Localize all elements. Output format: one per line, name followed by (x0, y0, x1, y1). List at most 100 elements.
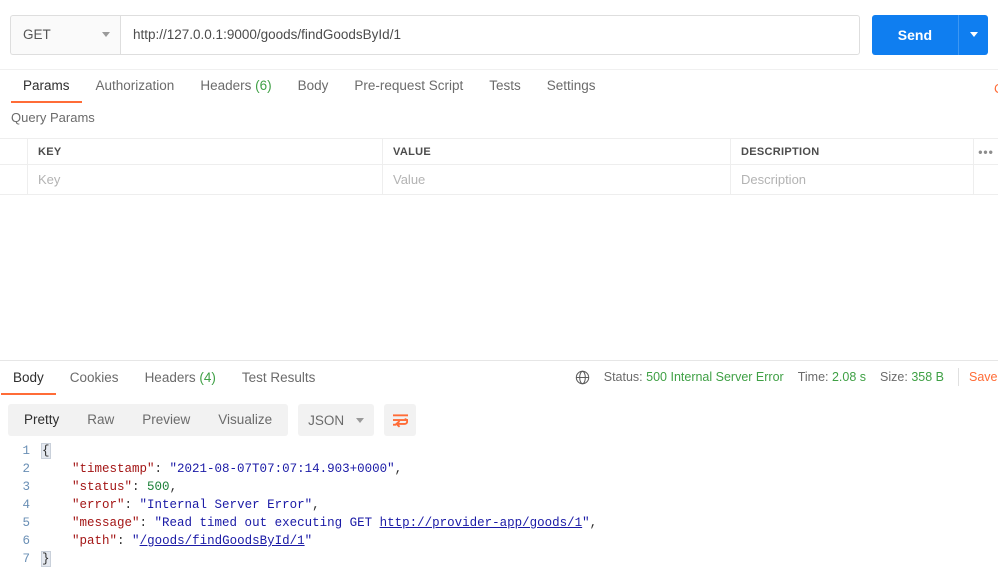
response-tab-body[interactable]: Body (0, 362, 57, 395)
tab-params-label: Params (23, 78, 70, 93)
row-checkbox[interactable] (0, 165, 28, 194)
response-tab-headers-count: (4) (199, 370, 216, 385)
cookies-link[interactable]: Cookies (994, 81, 998, 96)
param-value-input[interactable]: Value (383, 165, 731, 194)
body-format-label: JSON (308, 412, 345, 428)
code-line-text: "error": "Internal Server Error", (42, 496, 998, 514)
param-key-input[interactable]: Key (28, 165, 383, 194)
response-tab-body-label: Body (13, 370, 44, 385)
save-response-link[interactable]: Save (969, 370, 998, 384)
view-preview-button[interactable]: Preview (128, 406, 204, 434)
code-token: : (154, 462, 170, 476)
code-token: : (117, 534, 133, 548)
code-token: "error" (72, 498, 125, 512)
code-token: , (589, 516, 598, 530)
request-url-value: http://127.0.0.1:9000/goods/findGoodsByI… (133, 27, 401, 42)
send-options-button[interactable] (958, 14, 988, 55)
code-line-number: 6 (22, 534, 30, 548)
view-raw-button[interactable]: Raw (73, 406, 128, 434)
view-pretty-button[interactable]: Pretty (10, 406, 73, 434)
code-token: " (304, 534, 313, 548)
tab-headers[interactable]: Headers (6) (187, 70, 284, 102)
send-button[interactable]: Send (871, 14, 958, 55)
code-line: 3 "status": 500, (0, 478, 998, 496)
tab-params[interactable]: Params (10, 70, 83, 103)
response-tab-test-results-label: Test Results (241, 370, 316, 385)
tab-authorization[interactable]: Authorization (83, 70, 188, 102)
code-line: 1{ (0, 442, 998, 460)
query-params-label: Query Params (11, 110, 95, 125)
response-body-code[interactable]: 1{2 "timestamp": "2021-08-07T07:07:14.90… (0, 442, 998, 587)
code-token: : (124, 498, 140, 512)
response-tab-headers[interactable]: Headers (4) (132, 362, 229, 394)
response-meta-bar: Status: 500 Internal Server Error Time: … (575, 368, 998, 386)
tab-tests-label: Tests (489, 78, 521, 93)
param-description-input[interactable]: Description (731, 165, 974, 194)
code-link[interactable]: /goods/findGoodsById/1 (140, 534, 305, 548)
response-tab-headers-label: Headers (144, 370, 196, 385)
code-line-text: "status": 500, (42, 478, 998, 496)
word-wrap-button[interactable] (384, 404, 417, 436)
bulk-edit-icon[interactable]: ••• (974, 139, 998, 164)
code-link[interactable]: http://provider-app/goods/1 (380, 516, 583, 530)
time-value: 2.08 s (831, 370, 867, 384)
tab-settings[interactable]: Settings (534, 70, 609, 102)
pane-splitter[interactable] (0, 360, 998, 361)
column-header-key: KEY (28, 139, 383, 164)
code-line-number: 1 (22, 444, 30, 458)
size-badge: Size: 358 B (880, 370, 944, 384)
code-token: " (132, 534, 140, 548)
code-line-text: { (41, 442, 998, 460)
code-token: : (139, 516, 155, 530)
tab-tests[interactable]: Tests (476, 70, 534, 102)
response-tab-test-results[interactable]: Test Results (229, 362, 329, 394)
size-label: Size: (880, 370, 908, 384)
code-line-text: "path": "/goods/findGoodsById/1" (42, 532, 998, 550)
code-token: , (169, 480, 178, 494)
size-value: 358 B (911, 370, 944, 384)
chevron-down-icon (102, 32, 110, 37)
http-method-label: GET (23, 27, 51, 42)
code-line-number: 7 (22, 552, 30, 566)
code-line: 2 "timestamp": "2021-08-07T07:07:14.903+… (0, 460, 998, 478)
tab-headers-label: Headers (200, 78, 252, 93)
code-token: , (394, 462, 403, 476)
code-line: 7} (0, 550, 998, 568)
tab-body[interactable]: Body (285, 70, 342, 102)
table-header-row: KEY VALUE DESCRIPTION ••• (0, 138, 998, 165)
view-visualize-button[interactable]: Visualize (204, 406, 286, 434)
tab-pre-request-script[interactable]: Pre-request Script (341, 70, 476, 102)
chevron-down-icon (356, 417, 365, 423)
code-token: } (41, 551, 51, 567)
time-label: Time: (797, 370, 829, 384)
tab-authorization-label: Authorization (95, 78, 175, 93)
response-tab-cookies-label: Cookies (69, 370, 119, 385)
row-actions[interactable] (974, 165, 998, 194)
body-format-select[interactable]: JSON (298, 404, 375, 436)
code-token: "Read timed out executing GET (154, 516, 380, 530)
request-tabs: Params Authorization Headers (6) Body Pr… (0, 70, 998, 103)
code-line-text: "message": "Read timed out executing GET… (42, 514, 998, 532)
globe-icon[interactable] (575, 370, 590, 385)
request-url-input[interactable]: http://127.0.0.1:9000/goods/findGoodsByI… (120, 14, 860, 55)
table-row: Key Value Description (0, 165, 998, 195)
status-label: Status: (603, 370, 643, 384)
code-token: { (41, 443, 51, 459)
status-value: 500 Internal Server Error (646, 370, 784, 384)
chevron-down-icon (969, 32, 978, 37)
code-line-text: } (41, 550, 998, 568)
code-line: 6 "path": "/goods/findGoodsById/1" (0, 532, 998, 550)
http-method-select[interactable]: GET (10, 14, 120, 55)
code-line-number: 5 (22, 516, 30, 530)
response-tab-cookies[interactable]: Cookies (57, 362, 132, 394)
code-line-number: 2 (22, 462, 30, 476)
send-button-group: Send (871, 14, 988, 55)
code-token: 500 (147, 480, 170, 494)
tab-headers-count: (6) (255, 78, 272, 93)
code-line: 5 "message": "Read timed out executing G… (0, 514, 998, 532)
tab-pre-request-script-label: Pre-request Script (354, 78, 464, 93)
